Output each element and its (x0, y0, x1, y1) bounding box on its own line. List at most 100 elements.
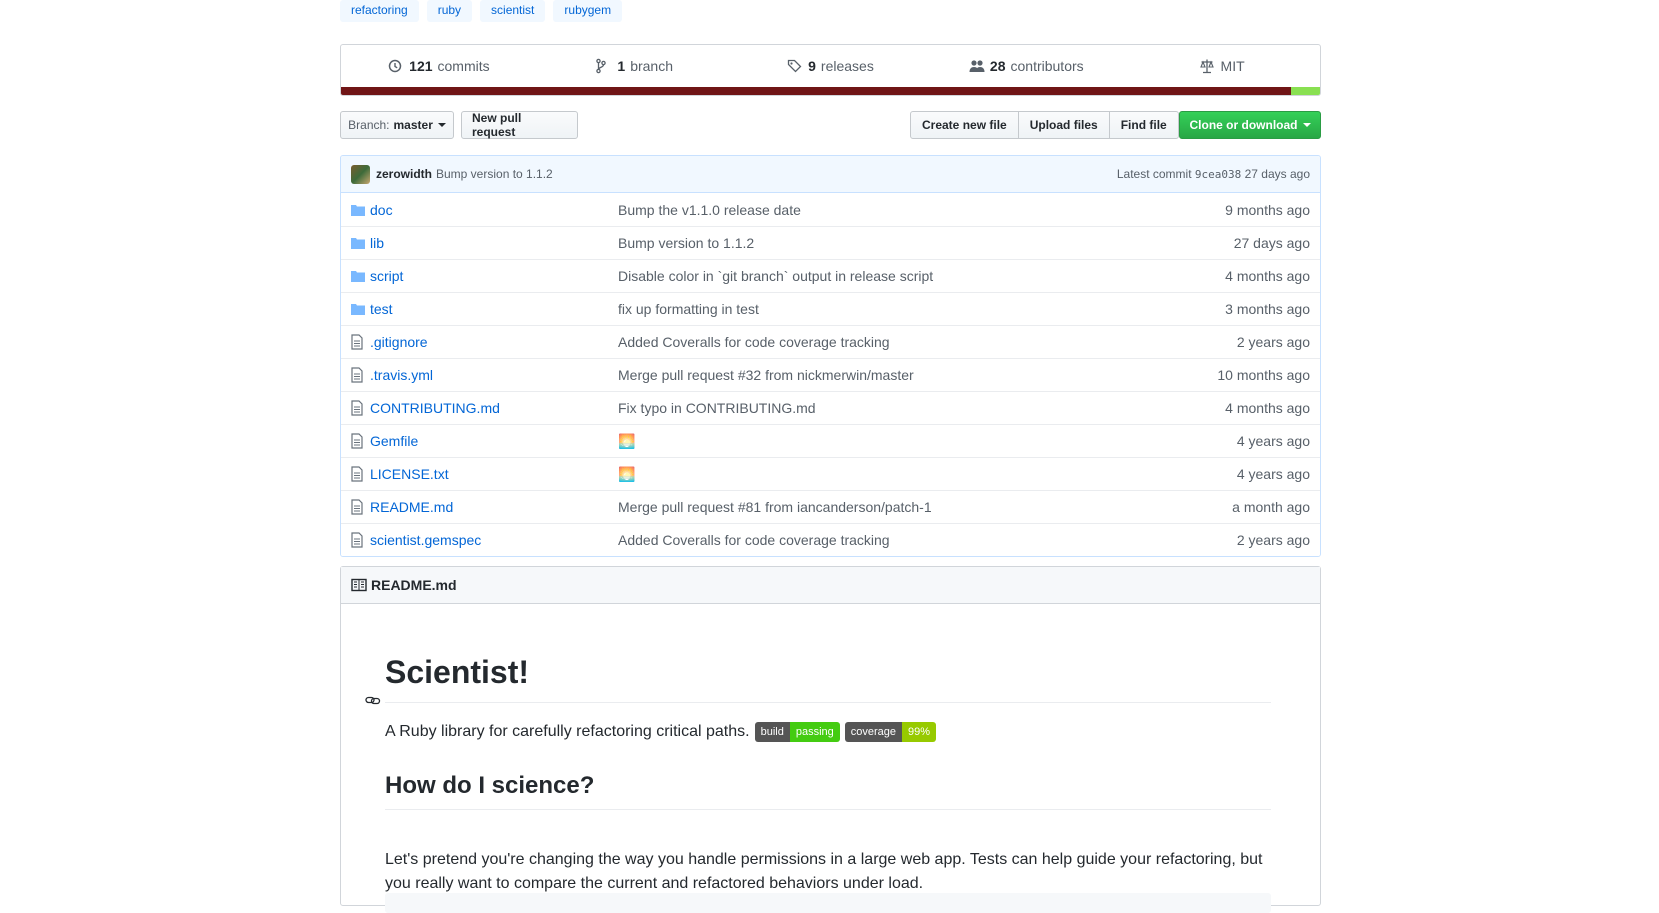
commit-message-link[interactable]: 🌅 (618, 433, 1237, 450)
releases-count: 9 (808, 58, 816, 74)
code-block (385, 893, 1271, 913)
commit-message-link[interactable]: Bump version to 1.1.2 (436, 167, 553, 181)
avatar[interactable] (351, 164, 370, 184)
latest-commit-prefix: Latest commit (1116, 167, 1192, 181)
readme-paragraph: Let's pretend you're changing the way yo… (385, 851, 1263, 892)
file-name-link[interactable]: README.md (370, 499, 618, 515)
latest-commit-info: Latest commit 9cea038 27 days ago (1117, 167, 1310, 181)
commits-label: commits (437, 58, 490, 74)
find-file-button[interactable]: Find file (1108, 111, 1179, 139)
file-name-link[interactable]: CONTRIBUTING.md (370, 400, 618, 416)
commit-age: 3 months ago (1225, 301, 1310, 317)
file-name-link[interactable]: scientist.gemspec (370, 532, 618, 548)
topic-tag[interactable]: scientist (480, 0, 546, 22)
upload-files-button[interactable]: Upload files (1017, 111, 1110, 139)
commit-message-link[interactable]: Disable color in `git branch` output in … (618, 268, 1225, 284)
releases-label: releases (820, 58, 874, 74)
commit-message-link[interactable]: Bump version to 1.1.2 (618, 235, 1234, 251)
contributors-label: contributors (1010, 58, 1084, 74)
file-row: CONTRIBUTING.md Fix typo in CONTRIBUTING.… (341, 391, 1320, 424)
topic-list: refactoring ruby scientist rubygem (340, 0, 623, 22)
commit-age: 27 days ago (1233, 235, 1310, 251)
new-pull-request-button[interactable]: New pull request (461, 111, 578, 139)
file-icon (351, 400, 367, 416)
build-badge[interactable]: build passing (754, 722, 840, 742)
commit-message-link[interactable]: 🌅 (618, 466, 1237, 483)
file-row: .travis.yml Merge pull request #32 from n… (341, 358, 1320, 391)
branches-label: branch (630, 58, 673, 74)
file-list: zerowidth Bump version to 1.1.2 Latest c… (340, 155, 1321, 557)
file-row: Gemfile 🌅 4 years ago (341, 424, 1320, 457)
tagline-text: A Ruby library for carefully refactoring… (385, 723, 750, 740)
file-row: test fix up formatting in test 3 months ag… (341, 292, 1320, 325)
contributors-link[interactable]: 28 contributors (928, 58, 1124, 74)
file-name-link[interactable]: script (370, 268, 618, 284)
commit-age: 2 years ago (1236, 334, 1310, 350)
topic-tag[interactable]: rubygem (553, 0, 623, 22)
commit-age: 2 years ago (1236, 532, 1310, 548)
commit-age: 4 years ago (1236, 466, 1310, 482)
topic-tag[interactable]: refactoring (340, 0, 419, 22)
branches-count: 1 (617, 58, 626, 74)
branch-icon (596, 58, 612, 74)
new-pull-request-label: New pull request (472, 111, 522, 139)
badge-value: passing (789, 722, 840, 742)
link-icon[interactable] (365, 675, 381, 715)
commit-message-link[interactable]: Added Coveralls for code coverage tracki… (618, 532, 1237, 548)
people-icon (969, 58, 985, 74)
topic-tag[interactable]: ruby (426, 0, 473, 22)
commit-age: 4 years ago (1236, 433, 1310, 449)
folder-icon (351, 270, 367, 282)
language-bar[interactable] (341, 87, 1320, 95)
file-name-link[interactable]: .travis.yml (370, 367, 618, 383)
folder-icon (351, 303, 367, 315)
readme-heading: How do I science? (385, 771, 1271, 810)
file-name-link[interactable]: LICENSE.txt (370, 466, 618, 482)
file-name-link[interactable]: doc (370, 202, 618, 218)
badge-label: build (754, 722, 790, 742)
badge-value: 99% (902, 722, 937, 742)
language-bar-shell (1290, 87, 1320, 95)
commit-message-link[interactable]: fix up formatting in test (618, 301, 1225, 317)
commit-message-link[interactable]: Merge pull request #81 from iancanderson… (618, 499, 1232, 515)
file-name-link[interactable]: Gemfile (370, 433, 618, 449)
badge-label: coverage (844, 722, 903, 742)
commits-link[interactable]: 121 commits (341, 58, 537, 74)
file-name-link[interactable]: .gitignore (370, 334, 618, 350)
file-name-link[interactable]: test (370, 301, 618, 317)
branches-link[interactable]: 1 branch (537, 58, 733, 74)
commit-author-link[interactable]: zerowidth (376, 167, 432, 181)
file-icon (351, 433, 367, 449)
readme-title-text: Scientist! (385, 654, 530, 690)
law-icon (1199, 58, 1216, 74)
branch-select-button[interactable]: Branch: master (340, 111, 454, 139)
commit-message-link[interactable]: Merge pull request #32 from nickmerwin/m… (618, 367, 1217, 383)
latest-commit-bar: zerowidth Bump version to 1.1.2 Latest c… (341, 156, 1320, 193)
readme-header: README.md (341, 567, 1320, 604)
create-new-file-button[interactable]: Create new file (910, 111, 1019, 139)
file-icon (351, 466, 367, 482)
file-row: LICENSE.txt 🌅 4 years ago (341, 457, 1320, 490)
dropdown-caret-icon (1302, 123, 1311, 127)
releases-link[interactable]: 9 releases (733, 58, 929, 74)
file-icon (351, 367, 367, 383)
readme-title: Scientist! (365, 652, 1271, 705)
file-icon (351, 334, 367, 350)
dropdown-caret-icon (437, 123, 446, 127)
commit-message-link[interactable]: Fix typo in CONTRIBUTING.md (618, 400, 1225, 416)
folder-icon (351, 237, 367, 249)
file-icon (351, 532, 367, 548)
commit-message-link[interactable]: Bump the v1.1.0 release date (618, 202, 1225, 218)
clone-or-download-button[interactable]: Clone or download (1179, 111, 1321, 139)
file-name-link[interactable]: lib (370, 235, 618, 251)
commit-sha-link[interactable]: 9cea038 (1195, 168, 1241, 181)
clone-label: Clone or download (1189, 118, 1298, 132)
license-link[interactable]: MIT (1124, 58, 1320, 74)
commit-message-link[interactable]: Added Coveralls for code coverage tracki… (618, 334, 1237, 350)
file-row: script Disable color in `git branch` outp… (341, 259, 1320, 292)
tag-icon (787, 58, 803, 74)
folder-icon (351, 204, 367, 216)
coverage-badge[interactable]: coverage 99% (844, 722, 937, 742)
book-icon (351, 578, 367, 592)
commit-age: 10 months ago (1217, 367, 1310, 383)
